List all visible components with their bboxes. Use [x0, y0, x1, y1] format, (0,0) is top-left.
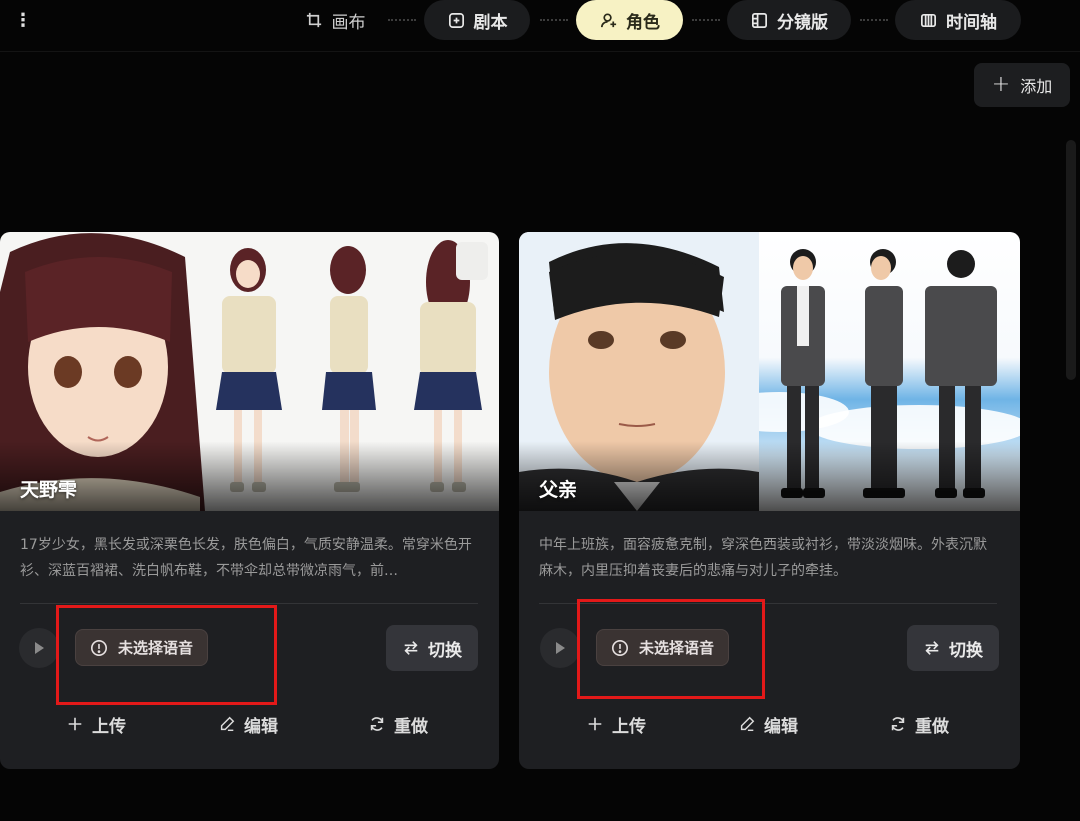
canvas-crop-icon — [306, 12, 321, 27]
edit-button[interactable]: 编辑 — [218, 710, 278, 738]
refresh-icon — [891, 717, 905, 731]
tab-script-label: 剧本 — [473, 12, 508, 33]
edit-label: 编辑 — [244, 716, 278, 737]
play-voice-button[interactable] — [540, 628, 580, 668]
top-nav: ⋮ 画布 剧本 角色 分镜版 时间轴 — [0, 0, 1080, 52]
step-connector — [388, 19, 416, 21]
redo-button[interactable]: 重做 — [889, 710, 949, 738]
tab-character[interactable]: 角色 — [576, 0, 683, 40]
tab-timeline-label: 时间轴 — [946, 12, 997, 33]
tab-canvas-label: 画布 — [331, 12, 366, 33]
swap-arrows-icon — [404, 641, 418, 655]
redo-button[interactable]: 重做 — [368, 710, 428, 738]
play-voice-button[interactable] — [19, 628, 59, 668]
switch-voice-button[interactable]: 切换 — [386, 625, 478, 671]
step-connector — [860, 19, 888, 21]
timeline-icon — [920, 13, 937, 27]
add-button-label: 添加 — [1020, 77, 1053, 96]
step-connector — [692, 19, 720, 21]
highlight-box — [577, 599, 765, 699]
add-character-button[interactable]: + 添加 — [974, 63, 1070, 107]
step-connector — [540, 19, 568, 21]
character-description: 17岁少女，黑长发或深栗色长发，肤色偏白，气质安静温柔。常穿米色开衫、深蓝百褶裙… — [20, 537, 472, 579]
switch-voice-button[interactable]: 切换 — [907, 625, 999, 671]
scrollbar[interactable] — [1066, 140, 1076, 380]
refresh-icon — [370, 717, 384, 731]
edit-label: 编辑 — [764, 716, 798, 737]
pencil-icon — [740, 716, 755, 732]
redo-label: 重做 — [915, 716, 949, 737]
script-icon — [448, 12, 464, 28]
character-description: 中年上班族，面容疲惫克制，穿深色西装或衬衫，带淡淡烟味。外表沉默麻木，内里压抑着… — [539, 537, 987, 579]
play-icon — [35, 642, 44, 654]
tab-character-label: 角色 — [626, 12, 660, 33]
tab-timeline[interactable]: 时间轴 — [895, 0, 1021, 40]
redo-label: 重做 — [394, 716, 428, 737]
switch-label: 切换 — [949, 640, 983, 661]
plus-icon — [588, 717, 602, 731]
character-name: 天野雫 — [20, 479, 78, 501]
highlight-box — [56, 605, 277, 705]
swap-arrows-icon — [925, 641, 939, 655]
tab-script[interactable]: 剧本 — [424, 0, 530, 40]
upload-label: 上传 — [612, 716, 646, 737]
plus-icon — [68, 717, 82, 731]
character-name: 父亲 — [539, 479, 578, 501]
divider — [20, 603, 478, 604]
upload-button[interactable]: 上传 — [66, 710, 126, 738]
tab-storyboard-label: 分镜版 — [777, 12, 828, 33]
more-menu-icon[interactable]: ⋮ — [14, 10, 32, 32]
character-sheet-image — [0, 232, 499, 511]
plus-icon: + — [991, 72, 1011, 97]
edit-button[interactable]: 编辑 — [738, 710, 798, 738]
upload-label: 上传 — [92, 716, 126, 737]
pencil-icon — [220, 716, 235, 732]
tab-canvas[interactable]: 画布 — [296, 0, 374, 40]
character-sheet-image — [519, 232, 1020, 511]
tab-storyboard[interactable]: 分镜版 — [727, 0, 851, 40]
character-icon — [600, 12, 617, 27]
storyboard-icon — [751, 12, 768, 28]
play-icon — [556, 642, 565, 654]
upload-button[interactable]: 上传 — [586, 710, 646, 738]
switch-label: 切换 — [428, 640, 462, 661]
